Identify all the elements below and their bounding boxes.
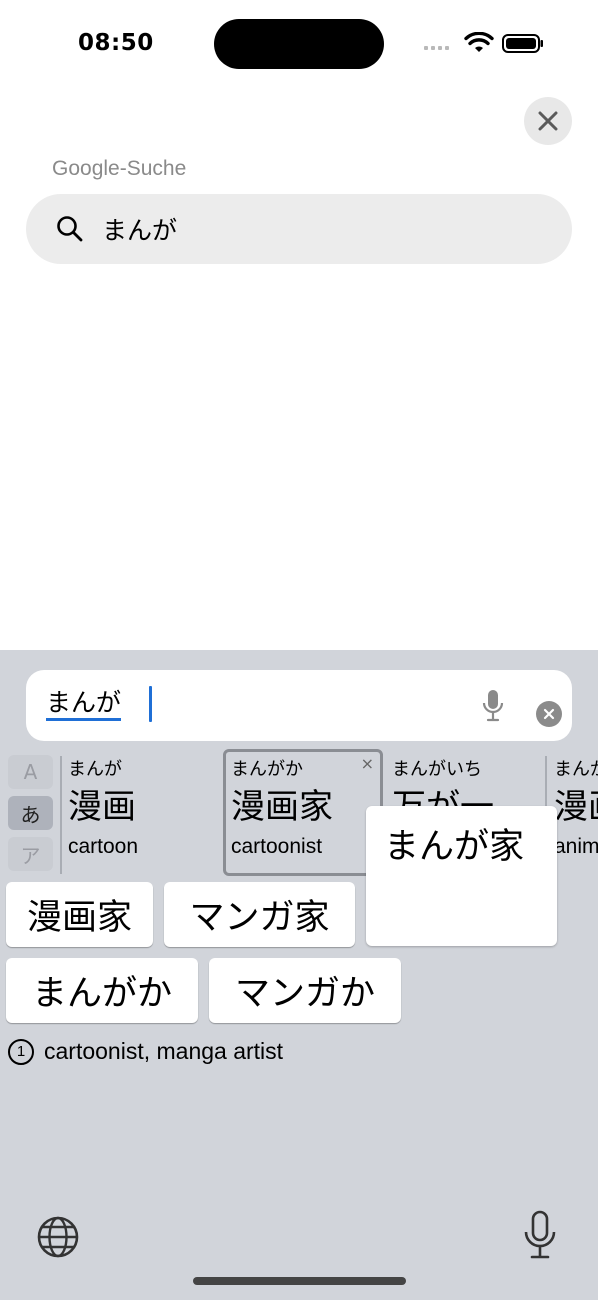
candidate-english: anim [554,835,598,858]
clear-input-button[interactable] [536,701,562,727]
candidate-reading: まんが [68,759,122,780]
script-tab-katakana[interactable]: ア [8,837,53,871]
candidate-english: cartoon [68,835,139,858]
keyboard-input-field[interactable]: まんが [26,670,572,741]
conversion-key[interactable]: まんがか [6,958,198,1023]
candidate-popup[interactable]: まんが家 [366,806,557,946]
conversion-key[interactable]: マンガ家 [164,882,355,947]
keyboard-input-text: まんが [46,688,122,721]
search-title: Google-Suche [52,157,187,180]
search-bar[interactable]: まんが [26,194,572,264]
popup-text: まんが家 [384,827,525,867]
script-tab-hiragana[interactable]: あ [8,796,53,830]
candidate-item[interactable]: まんが 漫画 cartoon [62,751,222,875]
candidate-english: cartoonist [231,835,323,858]
clear-icon [543,708,555,720]
dictation-microphone-icon[interactable] [522,1210,558,1260]
definition-text: cartoonist, manga artist [44,1038,284,1064]
close-icon [538,111,558,131]
search-query: まんが [102,216,178,245]
home-indicator[interactable] [193,1277,406,1285]
candidate-reading: まんがいち [392,759,482,780]
status-time: 08:50 [78,30,154,56]
candidate-reading: まんがか [231,759,303,780]
candidate-reading: まんが [554,759,598,780]
text-caret [149,686,152,722]
candidate-item-selected[interactable]: まんがか 漫画家 cartoonist × [223,749,383,876]
battery-icon [502,34,543,53]
candidate-kanji: 漫画 [554,787,598,827]
dynamic-island [214,19,384,69]
wifi-icon [464,32,494,52]
conversion-key[interactable]: マンガか [209,958,401,1023]
candidate-kanji: 漫画家 [231,787,333,827]
remove-candidate-icon[interactable]: × [361,754,374,773]
definition-number: 1 [8,1038,34,1065]
close-button[interactable] [524,97,572,145]
candidate-kanji: 漫画 [68,787,136,827]
cellular-signal-icon [424,46,449,50]
search-icon [57,216,83,242]
conversion-key[interactable]: 漫画家 [6,882,153,947]
globe-icon[interactable] [36,1215,80,1259]
script-tab-latin[interactable]: A [8,755,53,789]
japanese-keyboard: まんが A あ ア まんが 漫画 cartoon まんがか 漫画家 cartoo… [0,650,598,1300]
definition-line: 1 cartoonist, manga artist [8,1038,283,1065]
microphone-icon[interactable] [481,689,505,723]
